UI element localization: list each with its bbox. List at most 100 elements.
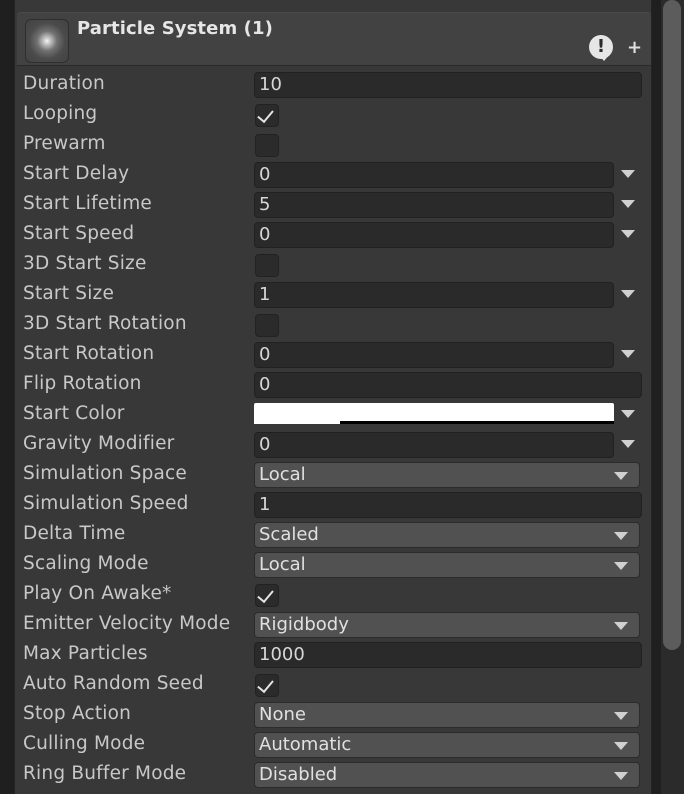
row-flip-rotation: Flip Rotation 0	[0, 370, 684, 400]
chevron-down-icon	[614, 772, 628, 780]
start-rotation-field[interactable]: 0	[254, 342, 614, 368]
start-delay-label: Start Delay	[23, 163, 130, 184]
simulation-space-dropdown[interactable]: Local	[254, 462, 640, 488]
culling-mode-label: Culling Mode	[23, 733, 146, 754]
checkmark-icon	[257, 585, 274, 604]
row-delta-time: Delta Time Scaled	[0, 520, 684, 550]
row-auto-random-seed: Auto Random Seed	[0, 670, 684, 700]
3d-start-size-label: 3D Start Size	[23, 253, 147, 274]
help-icon[interactable]: !	[589, 35, 613, 61]
ring-buffer-mode-label: Ring Buffer Mode	[23, 763, 187, 784]
3d-start-rotation-checkbox[interactable]	[255, 314, 279, 337]
scrollbar-thumb[interactable]	[663, 0, 681, 650]
start-speed-field[interactable]: 0	[254, 222, 614, 248]
chevron-down-icon[interactable]	[621, 200, 635, 208]
delta-time-dropdown[interactable]: Scaled	[254, 522, 640, 548]
row-scaling-mode: Scaling Mode Local	[0, 550, 684, 580]
start-lifetime-label: Start Lifetime	[23, 193, 153, 214]
simulation-speed-label: Simulation Speed	[23, 493, 189, 514]
chevron-down-icon[interactable]	[621, 410, 635, 418]
max-particles-field[interactable]: 1000	[254, 642, 642, 668]
chevron-down-icon[interactable]	[621, 230, 635, 238]
checkmark-icon	[257, 105, 274, 124]
particle-system-icon	[25, 19, 69, 63]
component-title: Particle System (1)	[77, 18, 273, 39]
play-on-awake-label: Play On Awake*	[23, 583, 172, 604]
gravity-modifier-label: Gravity Modifier	[23, 433, 175, 454]
delta-time-label: Delta Time	[23, 523, 126, 544]
stop-action-dropdown[interactable]: None	[254, 702, 640, 728]
row-play-on-awake: Play On Awake*	[0, 580, 684, 610]
chevron-down-icon	[614, 622, 628, 630]
max-particles-label: Max Particles	[23, 643, 148, 664]
stop-action-label: Stop Action	[23, 703, 132, 724]
row-stop-action: Stop Action None	[0, 700, 684, 730]
delta-time-value: Scaled	[259, 524, 319, 545]
row-3d-start-rotation: 3D Start Rotation	[0, 310, 684, 340]
emitter-velocity-mode-dropdown[interactable]: Rigidbody	[254, 612, 640, 638]
row-start-rotation: Start Rotation 0	[0, 340, 684, 370]
row-start-color: Start Color	[0, 400, 684, 430]
auto-random-seed-checkbox[interactable]	[255, 674, 279, 697]
ring-buffer-mode-dropdown[interactable]: Disabled	[254, 762, 640, 788]
start-delay-field[interactable]: 0	[254, 162, 614, 188]
chevron-down-icon	[614, 532, 628, 540]
scaling-mode-dropdown[interactable]: Local	[254, 552, 640, 578]
component-header[interactable]: Particle System (1) ! +	[17, 12, 651, 66]
emitter-velocity-mode-value: Rigidbody	[259, 614, 349, 635]
play-on-awake-checkbox[interactable]	[255, 584, 279, 607]
flip-rotation-label: Flip Rotation	[23, 373, 142, 394]
vertical-scrollbar[interactable]	[661, 0, 684, 794]
row-3d-start-size: 3D Start Size	[0, 250, 684, 280]
looping-label: Looping	[23, 103, 98, 124]
row-start-speed: Start Speed 0	[0, 220, 684, 250]
3d-start-rotation-label: 3D Start Rotation	[23, 313, 187, 334]
3d-start-size-checkbox[interactable]	[255, 254, 279, 277]
checkmark-icon	[257, 675, 274, 694]
row-max-particles: Max Particles 1000	[0, 640, 684, 670]
start-size-label: Start Size	[23, 283, 115, 304]
start-size-field[interactable]: 1	[254, 282, 614, 308]
chevron-down-icon	[614, 712, 628, 720]
gravity-modifier-field[interactable]: 0	[254, 432, 614, 458]
culling-mode-value: Automatic	[259, 734, 352, 755]
row-duration: Duration 10	[0, 70, 684, 100]
prewarm-checkbox[interactable]	[255, 134, 279, 157]
chevron-down-icon[interactable]	[621, 440, 635, 448]
duration-field[interactable]: 10	[254, 72, 642, 98]
start-color-label: Start Color	[23, 403, 125, 424]
start-rotation-label: Start Rotation	[23, 343, 155, 364]
culling-mode-dropdown[interactable]: Automatic	[254, 732, 640, 758]
auto-random-seed-label: Auto Random Seed	[23, 673, 204, 694]
simulation-space-label: Simulation Space	[23, 463, 187, 484]
chevron-down-icon[interactable]	[621, 290, 635, 298]
row-gravity-modifier: Gravity Modifier 0	[0, 430, 684, 460]
scaling-mode-label: Scaling Mode	[23, 553, 149, 574]
emitter-velocity-mode-label: Emitter Velocity Mode	[23, 613, 231, 634]
ring-buffer-mode-value: Disabled	[259, 764, 338, 785]
duration-label: Duration	[23, 73, 105, 94]
start-lifetime-field[interactable]: 5	[254, 192, 614, 218]
chevron-down-icon	[614, 742, 628, 750]
plus-icon[interactable]: +	[627, 39, 642, 57]
start-speed-label: Start Speed	[23, 223, 135, 244]
simulation-space-value: Local	[259, 464, 306, 485]
row-culling-mode: Culling Mode Automatic	[0, 730, 684, 760]
stop-action-value: None	[259, 704, 306, 725]
row-start-delay: Start Delay 0	[0, 160, 684, 190]
row-simulation-space: Simulation Space Local	[0, 460, 684, 490]
row-prewarm: Prewarm	[0, 130, 684, 160]
chevron-down-icon	[614, 472, 628, 480]
row-start-size: Start Size 1	[0, 280, 684, 310]
row-simulation-speed: Simulation Speed 1	[0, 490, 684, 520]
row-start-lifetime: Start Lifetime 5	[0, 190, 684, 220]
flip-rotation-field[interactable]: 0	[254, 372, 642, 398]
chevron-down-icon[interactable]	[621, 350, 635, 358]
row-ring-buffer-mode: Ring Buffer Mode Disabled	[0, 760, 684, 790]
looping-checkbox[interactable]	[255, 104, 279, 127]
simulation-speed-field[interactable]: 1	[254, 492, 642, 518]
scaling-mode-value: Local	[259, 554, 306, 575]
chevron-down-icon[interactable]	[621, 170, 635, 178]
start-color-swatch[interactable]	[254, 403, 614, 424]
prewarm-label: Prewarm	[23, 133, 106, 154]
